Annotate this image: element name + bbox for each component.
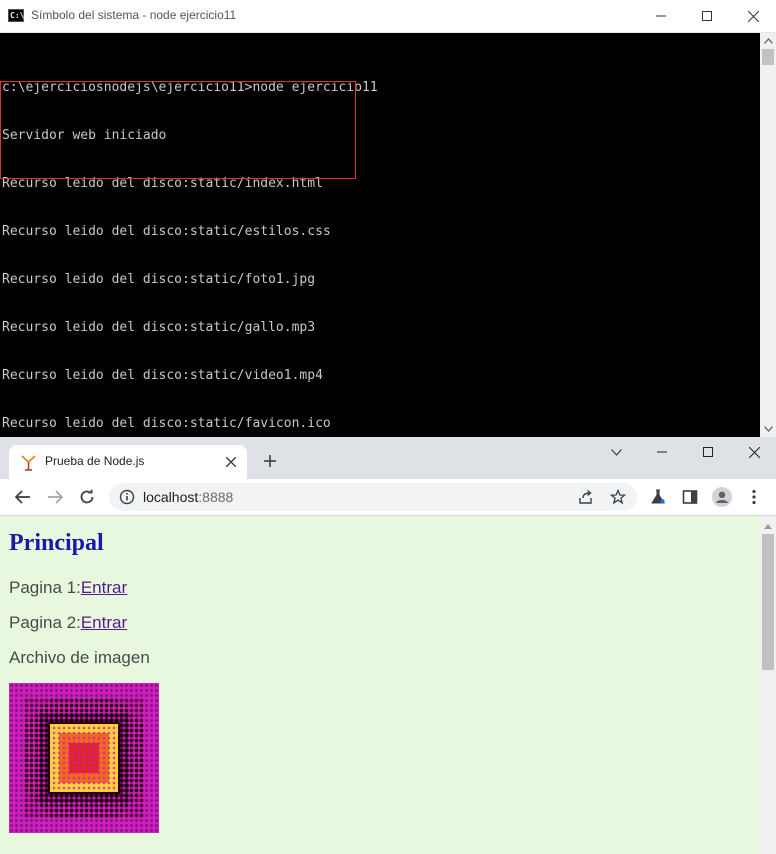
share-button[interactable] <box>577 488 595 506</box>
close-icon <box>226 457 236 467</box>
forward-button[interactable] <box>43 485 67 509</box>
row-label: Pagina 1: <box>9 578 81 597</box>
page-scrollbar[interactable] <box>760 516 776 854</box>
tab-close-button[interactable] <box>224 455 238 469</box>
menu-icon <box>752 489 756 505</box>
profile-icon <box>712 487 732 507</box>
close-icon <box>748 446 760 458</box>
browser-toolbar: localhost:8888 <box>0 479 776 516</box>
minimize-icon <box>656 15 666 17</box>
pattern-image <box>9 683 159 833</box>
console-titlebar[interactable]: C:\ Símbolo del sistema - node ejercicio… <box>0 0 776 33</box>
back-icon <box>15 490 30 504</box>
image-caption: Archivo de imagen <box>9 648 150 667</box>
page-content: Principal Pagina 1:Entrar Pagina 2:Entra… <box>0 516 760 854</box>
console-line: Recurso leido del disco:static/favicon.i… <box>2 416 331 431</box>
new-tab-button[interactable] <box>258 449 282 473</box>
console-window: C:\ Símbolo del sistema - node ejercicio… <box>0 0 776 438</box>
highlight-box <box>0 81 356 179</box>
gallo-favicon-icon <box>21 455 36 471</box>
console-line: Recurso leido del disco:static/foto1.jpg <box>2 272 316 287</box>
labs-button[interactable] <box>648 487 668 507</box>
minimize-icon <box>657 451 667 453</box>
tab-active[interactable]: Prueba de Node.js <box>9 445 247 479</box>
address-bar[interactable]: localhost:8888 <box>109 483 637 511</box>
page-heading: Principal <box>9 530 104 556</box>
browser-window: Prueba de Node.js localhost:8888 Princip… <box>0 437 776 854</box>
page-image <box>9 683 159 833</box>
link-pagina-1[interactable]: Entrar <box>81 578 127 597</box>
page-scroll-up[interactable] <box>760 518 776 534</box>
url-text[interactable]: localhost:8888 <box>143 489 233 505</box>
console-scrollbar[interactable] <box>760 33 776 437</box>
back-button[interactable] <box>11 485 35 509</box>
console-title: Símbolo del sistema - node ejercicio11 <box>31 8 237 22</box>
chevron-up-icon <box>764 523 772 529</box>
console-line: Recurso leido del disco:static/estilos.c… <box>2 224 331 239</box>
tab-title: Prueba de Node.js <box>45 454 145 468</box>
page-scroll-thumb[interactable] <box>762 534 774 670</box>
browser-minimize-button[interactable] <box>639 437 685 467</box>
reload-icon <box>80 489 94 504</box>
tab-search-button[interactable] <box>593 437 639 467</box>
console-app-icon: C:\ <box>8 9 25 22</box>
maximize-icon <box>702 11 712 21</box>
scroll-thumb[interactable] <box>762 49 774 65</box>
maximize-button[interactable] <box>684 0 730 32</box>
link-pagina-2[interactable]: Entrar <box>81 613 127 632</box>
chevron-down-icon <box>763 426 773 432</box>
url-port: :8888 <box>198 489 234 505</box>
page-row-2: Pagina 2:Entrar <box>9 613 127 633</box>
console-line: Recurso leido del disco:static/gallo.mp3 <box>2 320 316 335</box>
row-label: Pagina 2: <box>9 613 81 632</box>
chevron-down-icon <box>610 448 622 456</box>
plus-icon <box>264 455 276 467</box>
tab-strip[interactable]: Prueba de Node.js <box>0 437 776 479</box>
info-icon[interactable] <box>119 489 135 505</box>
profile-button[interactable] <box>712 487 732 507</box>
scroll-down-arrow[interactable] <box>760 421 776 437</box>
share-icon <box>579 489 592 504</box>
labs-flask-icon <box>651 489 665 504</box>
close-button[interactable] <box>730 0 776 32</box>
side-panel-button[interactable] <box>680 487 700 507</box>
maximize-icon <box>703 447 713 457</box>
forward-icon <box>48 490 63 504</box>
console-output[interactable]: c:\ejerciciosnodejs\ejercicio11>node eje… <box>0 33 760 437</box>
page-row-1: Pagina 1:Entrar <box>9 578 127 598</box>
console-line: Recurso leido del disco:static/video1.mp… <box>2 368 323 383</box>
browser-maximize-button[interactable] <box>685 437 731 467</box>
browser-close-button[interactable] <box>731 437 776 467</box>
close-icon <box>747 10 759 22</box>
minimize-button[interactable] <box>638 0 684 32</box>
star-icon <box>610 489 626 505</box>
url-host: localhost <box>143 489 199 505</box>
bookmark-button[interactable] <box>609 488 627 506</box>
menu-button[interactable] <box>744 487 764 507</box>
side-panel-icon <box>682 490 698 504</box>
chevron-up-icon <box>763 38 773 44</box>
scroll-up-arrow[interactable] <box>760 33 776 49</box>
reload-button[interactable] <box>75 485 99 509</box>
